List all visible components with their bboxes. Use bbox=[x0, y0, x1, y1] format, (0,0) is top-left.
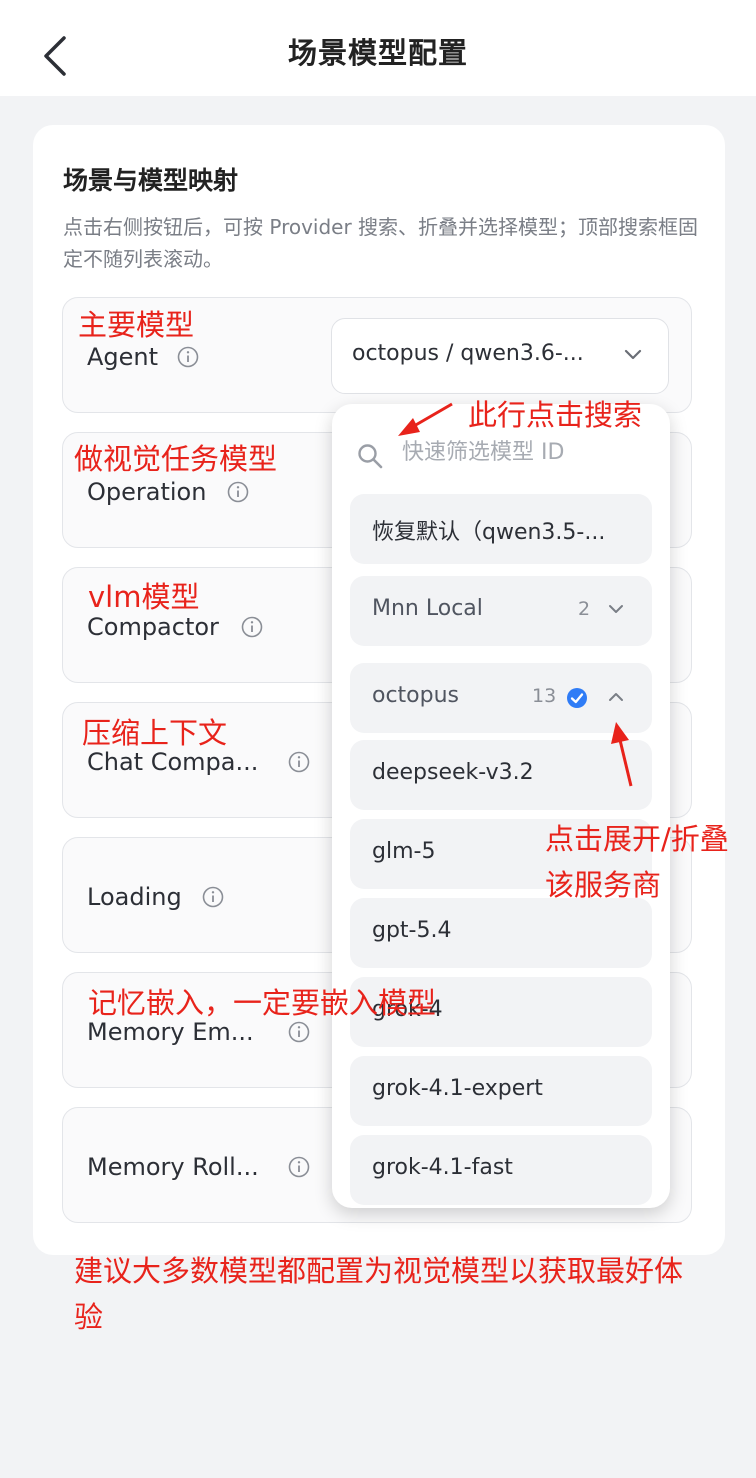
scene-label: Memory Em... bbox=[87, 1018, 254, 1046]
provider-model-count: 2 bbox=[578, 598, 591, 620]
scene-label: Chat Compa... bbox=[87, 748, 259, 776]
search-icon bbox=[358, 444, 383, 469]
annotation-expand-hint-line1: 点击展开/折叠 bbox=[545, 822, 729, 856]
annotation-compress-context: 压缩上下文 bbox=[82, 716, 228, 750]
model-id: grok-4.1-expert bbox=[372, 1076, 543, 1101]
agent-model-value: octopus / qwen3.6-... bbox=[352, 341, 584, 366]
info-icon[interactable] bbox=[288, 1156, 310, 1178]
scene-label: Agent bbox=[87, 343, 159, 371]
agent-model-select[interactable]: octopus / qwen3.6-... bbox=[331, 318, 669, 394]
chevron-down-icon bbox=[624, 349, 642, 360]
annotation-memory-hint: 记忆嵌入，一定要嵌入模型 bbox=[88, 986, 437, 1020]
check-circle-icon bbox=[567, 688, 587, 708]
annotation-vision-model: 做视觉任务模型 bbox=[74, 442, 278, 476]
model-id: gpt-5.4 bbox=[372, 918, 452, 943]
model-option[interactable]: deepseek-v3.2 bbox=[350, 740, 652, 810]
model-id: grok-4.1-fast bbox=[372, 1155, 513, 1180]
provider-name: octopus bbox=[372, 683, 460, 708]
chevron-up-icon bbox=[609, 693, 623, 701]
card-title: 场景与模型映射 bbox=[63, 166, 239, 195]
annotation-main-model: 主要模型 bbox=[78, 308, 195, 342]
info-icon[interactable] bbox=[202, 886, 224, 908]
page-title: 场景模型配置 bbox=[287, 36, 468, 70]
annotation-expand-hint-line2: 该服务商 bbox=[545, 868, 662, 902]
provider-group-octopus[interactable]: octopus 13 bbox=[350, 663, 652, 733]
info-icon[interactable] bbox=[241, 616, 263, 638]
annotation-search-hint: 此行点击搜索 bbox=[468, 398, 643, 432]
annotation-bottom-tip-line2: 验 bbox=[74, 1300, 104, 1334]
model-id: deepseek-v3.2 bbox=[372, 760, 534, 785]
provider-name: Mnn Local bbox=[372, 596, 483, 621]
scene-label: Loading bbox=[87, 883, 182, 911]
provider-model-count: 13 bbox=[532, 685, 557, 707]
model-option[interactable]: gpt-5.4 bbox=[350, 898, 652, 968]
info-icon[interactable] bbox=[177, 346, 199, 368]
model-id: glm-5 bbox=[372, 839, 436, 864]
model-search-input[interactable] bbox=[402, 440, 642, 465]
scene-label: Compactor bbox=[87, 613, 219, 641]
info-icon[interactable] bbox=[288, 751, 310, 773]
top-bar: 场景模型配置 bbox=[0, 0, 756, 96]
info-icon[interactable] bbox=[227, 481, 249, 503]
reset-default-label: 恢复默认（qwen3.5-... bbox=[372, 520, 606, 545]
reset-default-option[interactable]: 恢复默认（qwen3.5-... bbox=[350, 494, 652, 564]
model-option[interactable]: grok-4.1-fast bbox=[350, 1135, 652, 1205]
provider-group-mnn-local[interactable]: Mnn Local 2 bbox=[350, 576, 652, 646]
annotation-vlm-model: vlm模型 bbox=[88, 580, 200, 614]
chevron-down-icon bbox=[609, 605, 623, 613]
info-icon[interactable] bbox=[288, 1021, 310, 1043]
model-dropdown: 恢复默认（qwen3.5-... Mnn Local 2 octopus 13 … bbox=[332, 404, 670, 1208]
card-description: 点击右侧按钮后，可按 Provider 搜索、折叠并选择模型；顶部搜索框固定不随… bbox=[63, 215, 699, 271]
annotation-bottom-tip-line1: 建议大多数模型都配置为视觉模型以获取最好体 bbox=[74, 1254, 684, 1288]
scene-label: Operation bbox=[87, 478, 207, 506]
scene-label: Memory Roll... bbox=[87, 1153, 259, 1181]
model-option[interactable]: grok-4.1-expert bbox=[350, 1056, 652, 1126]
